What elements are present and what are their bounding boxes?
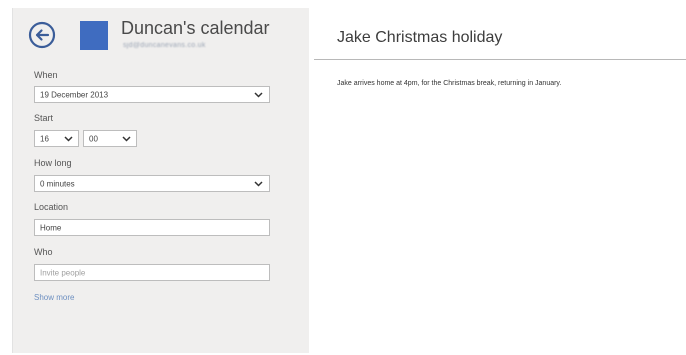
- duration-value: 0 minutes: [40, 179, 75, 188]
- event-title[interactable]: Jake Christmas holiday: [337, 29, 502, 47]
- start-minute-value: 00: [89, 134, 98, 143]
- start-hour-value: 16: [40, 134, 49, 143]
- event-notes[interactable]: Jake arrives home at 4pm, for the Christ…: [337, 80, 561, 87]
- who-label: Who: [34, 247, 53, 257]
- chevron-down-icon: [122, 135, 131, 142]
- calendar-name[interactable]: Duncan's calendar: [121, 18, 270, 39]
- location-input[interactable]: Home: [34, 219, 270, 236]
- chevron-down-icon: [64, 135, 73, 142]
- show-more-link[interactable]: Show more: [34, 293, 74, 302]
- calendar-email: sjd@duncanevans.co.uk: [123, 42, 206, 49]
- chevron-down-icon: [254, 180, 263, 187]
- duration-select[interactable]: 0 minutes: [34, 175, 270, 192]
- when-date-select[interactable]: 19 December 2013: [34, 86, 270, 103]
- invite-people-placeholder: Invite people: [40, 268, 86, 277]
- location-label: Location: [34, 202, 69, 212]
- start-hour-select[interactable]: 16: [34, 130, 79, 147]
- back-arrow-circle-icon: [28, 21, 56, 49]
- title-divider: [314, 59, 686, 60]
- when-date-value: 19 December 2013: [40, 90, 109, 99]
- back-button[interactable]: [28, 21, 56, 49]
- calendar-color-swatch: [80, 21, 108, 50]
- invite-people-input[interactable]: Invite people: [34, 264, 270, 281]
- start-label: Start: [34, 113, 54, 123]
- how-long-label: How long: [34, 158, 72, 168]
- start-minute-select[interactable]: 00: [83, 130, 137, 147]
- chevron-down-icon: [254, 91, 263, 98]
- when-label: When: [34, 70, 58, 80]
- location-value: Home: [40, 223, 62, 232]
